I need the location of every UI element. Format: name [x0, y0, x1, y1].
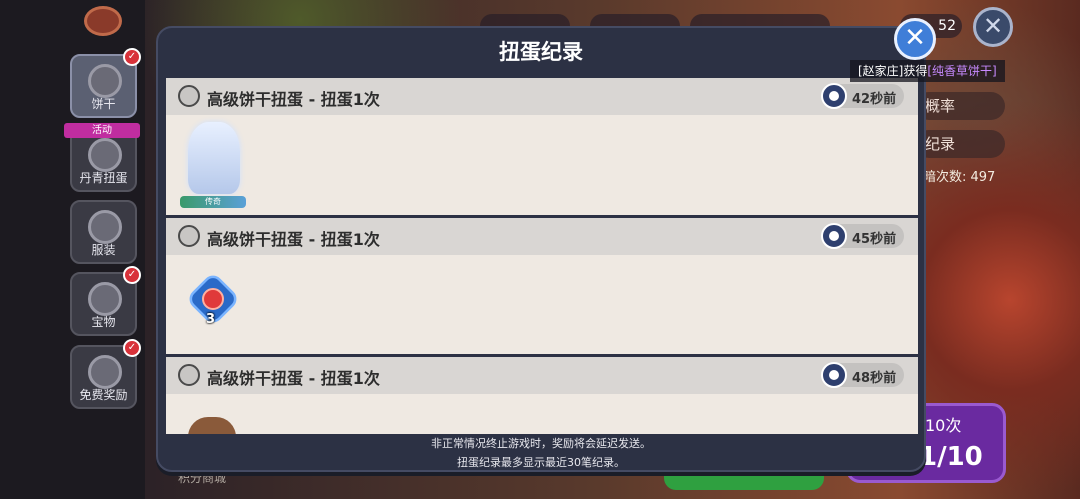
notification-badge: ✓	[123, 266, 141, 284]
close-icon[interactable]: ✕	[973, 7, 1013, 47]
clock-icon	[821, 223, 847, 249]
toast-item: [纯香草饼干]	[927, 64, 997, 78]
record-list[interactable]: 高级饼干扭蛋 - 扭蛋1次 42秒前 传奇 高级饼干扭蛋 - 扭蛋1次 45秒前	[166, 78, 918, 434]
entry-header: 高级饼干扭蛋 - 扭蛋1次 42秒前	[166, 78, 918, 115]
entry-header: 高级饼干扭蛋 - 扭蛋1次 48秒前	[166, 357, 918, 394]
notification-badge: ✓	[123, 48, 141, 66]
home-icon[interactable]	[84, 6, 122, 36]
hexagon-icon	[88, 282, 122, 316]
time-badge: 45秒前	[821, 223, 904, 249]
list-item: 高级饼干扭蛋 - 扭蛋1次 48秒前	[166, 357, 918, 434]
modal-title: 扭蛋纪录	[499, 40, 583, 64]
reward-cookie[interactable]: 传奇	[180, 118, 246, 208]
event-tag: 活动	[64, 123, 140, 138]
toast-prefix: [赵家庄]获得	[858, 64, 928, 78]
notice-line: 非正常情况终止游戏时，奖励将会延迟发送。	[431, 437, 651, 450]
cookie-face-icon	[88, 64, 122, 98]
cookie-silhouette-icon	[178, 225, 200, 247]
ten-pull-value: 1/10	[919, 442, 983, 472]
rate-button[interactable]: 概率	[915, 92, 1005, 120]
entry-header: 高级饼干扭蛋 - 扭蛋1次 45秒前	[166, 218, 918, 255]
reward-item-partial[interactable]	[188, 417, 236, 434]
entry-title: 高级饼干扭蛋 - 扭蛋1次	[207, 369, 380, 388]
list-item: 高级饼干扭蛋 - 扭蛋1次 45秒前 3	[166, 218, 918, 354]
reward-count: 3	[206, 312, 216, 327]
notification-badge: ✓	[123, 339, 141, 357]
rarity-tag: 传奇	[180, 196, 246, 208]
cookie-silhouette-icon	[178, 85, 200, 107]
sidebar-item-cookies[interactable]: 饼干 ✓	[70, 48, 141, 118]
clock-icon	[821, 83, 847, 109]
sidebar-item-free-reward[interactable]: 免费奖励 ✓	[70, 339, 141, 409]
sidebar-item-treasure[interactable]: 宝物 ✓	[70, 266, 141, 336]
shirt-icon	[88, 210, 122, 244]
pull-count: 暗次数: 497	[923, 170, 996, 185]
ten-pull-label: 10次	[925, 416, 962, 435]
gacha-record-modal: 扭蛋纪录 ✕ 高级饼干扭蛋 - 扭蛋1次 42秒前 传奇 高级饼干扭蛋 - 扭蛋…	[156, 18, 936, 472]
soulstone-core	[202, 288, 224, 310]
time-text: 45秒前	[852, 232, 897, 247]
time-badge: 42秒前	[821, 83, 904, 109]
list-item: 高级饼干扭蛋 - 扭蛋1次 42秒前 传奇	[166, 78, 918, 215]
cookie-silhouette-icon	[178, 364, 200, 386]
close-icon[interactable]: ✕	[894, 18, 936, 60]
time-text: 48秒前	[852, 371, 897, 386]
notice-line: 扭蛋纪录最多显示最近30笔纪录。	[457, 456, 625, 469]
sidebar-item-costume[interactable]: 服装	[70, 200, 137, 264]
gift-icon	[88, 355, 122, 389]
entry-title: 高级饼干扭蛋 - 扭蛋1次	[207, 90, 380, 109]
notice-text: 非正常情况终止游戏时，奖励将会延迟发送。 扭蛋纪录最多显示最近30笔纪录。	[158, 434, 924, 472]
acquire-toast: [赵家庄]获得[纯香草饼干]	[850, 60, 1005, 82]
clock-icon	[821, 362, 847, 388]
legendary-cookie-image	[188, 122, 240, 194]
entry-title: 高级饼干扭蛋 - 扭蛋1次	[207, 230, 380, 249]
reward-soulstone[interactable]: 3	[185, 271, 241, 330]
cookie-face-icon	[88, 138, 122, 172]
record-button[interactable]: 纪录	[915, 130, 1005, 158]
time-text: 42秒前	[852, 92, 897, 107]
time-badge: 48秒前	[821, 362, 904, 388]
